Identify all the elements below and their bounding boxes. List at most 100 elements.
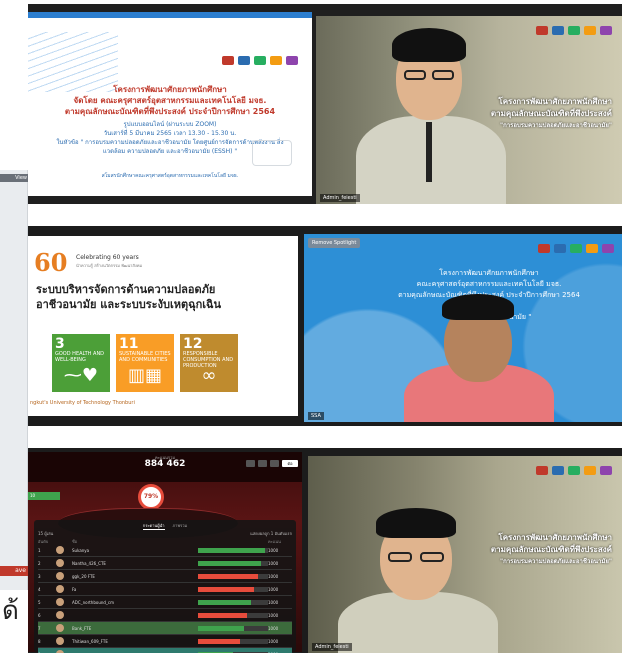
remove-spotlight-button[interactable]: Remove Spotlight: [308, 238, 361, 248]
game-controls: ต่อ: [246, 460, 298, 467]
tab-leaderboard[interactable]: กระดานผู้นำ: [142, 522, 165, 530]
participant-name-label: Admin_feiesti: [312, 643, 352, 651]
celebrating-subtext: นำความรู้ สร้างนวัตกรรม พัฒนาสังคม: [76, 263, 143, 268]
logo-icon: [600, 466, 612, 475]
row-name: Sukanya: [72, 547, 90, 553]
next-button[interactable]: ต่อ: [282, 460, 298, 467]
row-name: Fa: [72, 586, 77, 592]
logo-icon: [602, 244, 614, 253]
control-icon[interactable]: [246, 460, 255, 467]
hair: [442, 294, 514, 320]
logo-icon: [536, 26, 548, 35]
hair: [376, 508, 456, 538]
row-name: ADC_northbound_cm: [72, 599, 115, 605]
row-progress-fill: [198, 560, 261, 566]
shared-slide-announcement: โครงการพัฒนาศักยภาพนักศึกษา จัดโดย คณะคร…: [28, 12, 312, 196]
participant-video-admin[interactable]: โครงการพัฒนาศักยภาพนักศึกษา ตามคุณลักษณะ…: [316, 16, 622, 204]
glasses: [404, 70, 426, 80]
sdg-number: 3: [55, 336, 65, 352]
video-banner: โครงการพัฒนาศักยภาพนักศึกษา ตามคุณลักษณะ…: [491, 532, 612, 568]
leaderboard-rows: 1 Sukanya 1000 2 Nantha_426_CTE 1000 3 ggk_20 F…: [38, 544, 292, 653]
row-progress: [198, 612, 268, 618]
progress-badge: 10: [28, 492, 60, 500]
row-score: 1000: [268, 573, 279, 579]
heartbeat-icon: ⁓♥: [63, 365, 99, 386]
logo-icon: [584, 466, 596, 475]
row-score: 1000: [268, 560, 279, 566]
slide-title-line: ตามคุณลักษณะบัณฑิตที่พึงประสงค์ ประจำปีก…: [64, 107, 276, 116]
save-button[interactable]: ave: [0, 566, 28, 576]
slide-title-line: จัดโดย คณะครุศาสตร์อุตสาหกรรมและเทคโนโลย…: [73, 96, 267, 105]
slide-heading-line: อาชีวอนามัย และระบบระงับเหตุฉุกเฉิน: [36, 298, 222, 311]
participant-name-label: Admin_feiesti: [320, 194, 360, 202]
participant-video-admin-2[interactable]: โครงการพัฒนาศักยภาพนักศึกษา ตามคุณลักษณะ…: [308, 456, 622, 653]
tab-overview[interactable]: ภาพรวม: [173, 522, 188, 530]
logo-icon: [538, 244, 550, 253]
leaderboard-row: 6 1000: [38, 609, 292, 622]
row-rank: 3: [38, 573, 41, 579]
player-avatar-icon: [56, 585, 64, 593]
logo-icon: [254, 56, 266, 65]
partner-logos: [536, 466, 612, 475]
banner-line: ตามคุณลักษณะบัณฑิตที่พึงประสงค์: [490, 109, 612, 118]
control-icon[interactable]: [270, 460, 279, 467]
tie: [426, 122, 432, 182]
banner-line: "การอบรมความปลอดภัยและอาชีวอนามัย": [500, 122, 612, 129]
row-progress: [198, 625, 268, 631]
player-avatar-icon: [56, 546, 64, 554]
row-progress-fill: [198, 573, 258, 579]
leaderboard-row: 7 Bank_FTE 1000: [38, 622, 292, 635]
row-progress-fill: [198, 547, 265, 553]
leaderboard-row: 2 Nantha_426_CTE 1000: [38, 557, 292, 570]
view-tag[interactable]: View: [0, 174, 28, 182]
player-count: 15 ผู้เล่น: [38, 531, 54, 536]
banner-line: โครงการพัฒนาศักยภาพนักศึกษา: [498, 533, 612, 542]
zoom-gallery-view: View ave ด้ โครงการพัฒนาศักยภาพนักศึกษา …: [0, 0, 622, 653]
celebrating-text: Celebrating 60 years: [76, 254, 139, 261]
row-score: 1000: [268, 638, 279, 644]
partner-logos: [536, 26, 612, 35]
hair: [392, 28, 466, 62]
logo-icon: [568, 26, 580, 35]
control-icon[interactable]: [258, 460, 267, 467]
sdg-label: GOOD HEALTH AND WELL-BEING: [55, 351, 105, 363]
row-rank: 7: [38, 625, 41, 631]
glasses: [420, 552, 444, 562]
slide-heading-line: ระบบบริหารจัดการด้านความปลอดภัย: [36, 283, 216, 296]
row-progress-fill: [198, 586, 254, 592]
banner-line: "การอบรมความปลอดภัยและอาชีวอนามัย": [500, 558, 612, 565]
logo-icon: [554, 244, 566, 253]
banner-line: โครงการพัฒนาศักยภาพนักศึกษา: [439, 269, 539, 277]
row-progress: [198, 573, 268, 579]
show-top-toggle[interactable]: แสดงผลถูก 1 อันดับแรก: [250, 530, 292, 537]
video-tile-row-2: 60 Celebrating 60 years นำความรู้ สร้างน…: [28, 226, 622, 426]
row-score: 1000: [268, 625, 279, 631]
partial-text: ด้: [2, 596, 19, 626]
slide-date: วันเสาร์ที่ 5 มีนาคม 2565 เวลา 13.30 - 1…: [103, 130, 237, 137]
player-avatar-icon: [56, 598, 64, 606]
glasses: [432, 70, 454, 80]
row-name: ggk_20 FTE: [72, 573, 95, 579]
participant-video-ssa[interactable]: Remove Spotlight โครงการพัฒนาศักยภาพนักศ…: [304, 234, 622, 422]
row-progress: [198, 599, 268, 605]
leaderboard-panel: กระดานผู้นำ ภาพรวม 15 ผู้เล่น แสดงผลถูก …: [34, 520, 296, 653]
slide-heading: ระบบบริหารจัดการด้านความปลอดภัย อาชีวอนา…: [36, 282, 221, 312]
banner-line: ตามคุณลักษณะบัณฑิตที่พึงประสงค์: [490, 545, 612, 554]
leaderboard-tabs: กระดานผู้นำ ภาพรวม: [34, 522, 296, 530]
logo-icon: [536, 466, 548, 475]
slide-footer: สโมสรนักศึกษาคณะครุศาสตร์อุตสาหกรรมและเท…: [101, 173, 239, 179]
leaderboard-row: 91000: [38, 648, 292, 653]
logo-icon: [270, 56, 282, 65]
row-name: Bank_FTE: [72, 625, 92, 631]
partner-logos: [222, 56, 298, 65]
row-progress-fill: [198, 599, 251, 605]
row-progress: [198, 547, 268, 553]
sdg-card-3: 3 GOOD HEALTH AND WELL-BEING ⁓♥: [52, 334, 110, 392]
row-rank: 4: [38, 586, 41, 592]
sdg-number: 12: [183, 336, 203, 352]
row-rank: 8: [38, 638, 41, 644]
slide-title: โครงการพัฒนาศักยภาพนักศึกษา จัดโดย คณะคร…: [48, 84, 292, 117]
logo-icon: [568, 466, 580, 475]
participant-name-label: SSA: [308, 412, 324, 420]
logo-icon: [222, 56, 234, 65]
